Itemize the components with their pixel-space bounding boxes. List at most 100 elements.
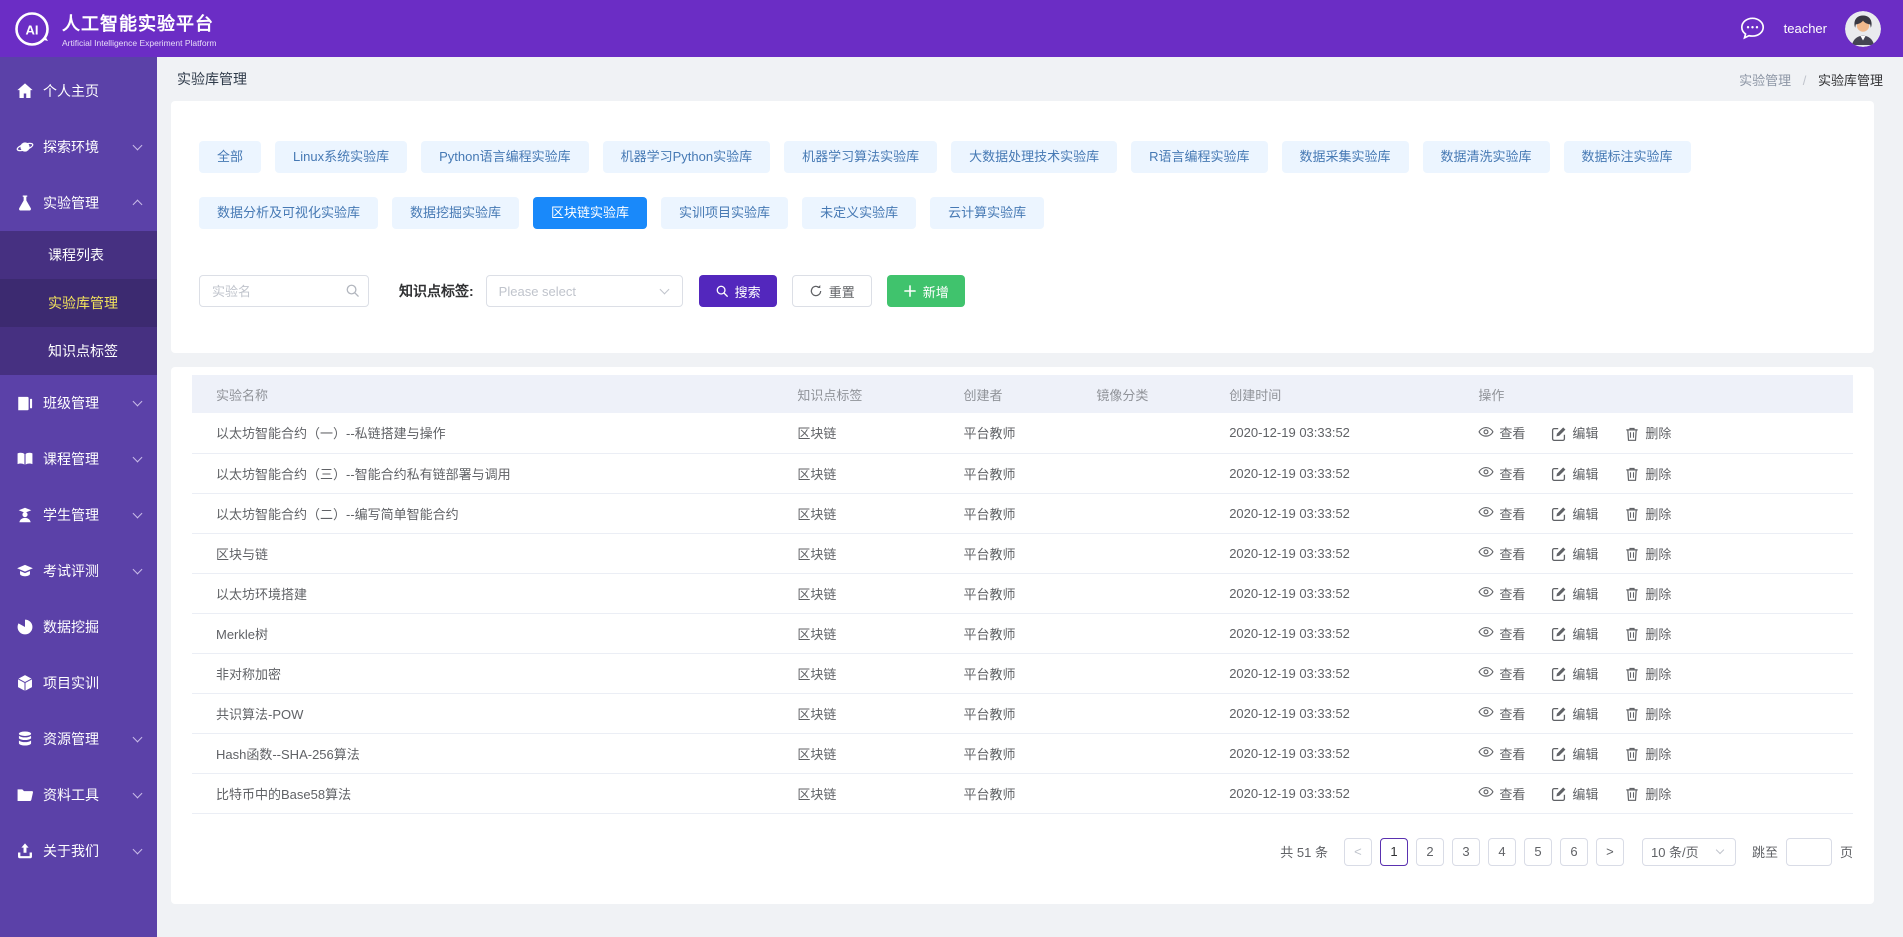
edit-action-button[interactable]: 编辑	[1551, 584, 1598, 603]
delete-action-button[interactable]: 删除	[1624, 504, 1671, 523]
view-action-button[interactable]: 查看	[1478, 744, 1525, 763]
view-action-button[interactable]: 查看	[1478, 624, 1525, 643]
library-tag[interactable]: 区块链实验库	[533, 197, 647, 229]
view-action-button[interactable]: 查看	[1478, 464, 1525, 483]
library-tag[interactable]: 数据挖掘实验库	[392, 197, 519, 229]
sidebar-item-student[interactable]: 学生管理	[0, 487, 157, 543]
library-tag[interactable]: 大数据处理技术实验库	[951, 141, 1117, 173]
edit-action-button[interactable]: 编辑	[1551, 624, 1598, 643]
cell-image_class	[1072, 693, 1205, 733]
view-action-button[interactable]: 查看	[1478, 584, 1525, 603]
knowledge-tag-select[interactable]: Please select	[486, 275, 683, 307]
page-button-1[interactable]: 1	[1380, 838, 1408, 866]
sidebar-item-about[interactable]: 关于我们	[0, 823, 157, 879]
page-button-4[interactable]: 4	[1488, 838, 1516, 866]
class-icon	[16, 394, 34, 412]
sidebar-subitem-knowledge-tags[interactable]: 知识点标签	[0, 327, 157, 375]
sidebar-item-datamining[interactable]: 数据挖掘	[0, 599, 157, 655]
cell-tag: 区块链	[773, 613, 939, 653]
reset-button[interactable]: 重置	[792, 275, 872, 307]
edit-icon	[1551, 746, 1567, 760]
sidebar-subitem-course-list[interactable]: 课程列表	[0, 231, 157, 279]
library-tag[interactable]: Python语言编程实验库	[421, 141, 588, 173]
library-tag[interactable]: 未定义实验库	[802, 197, 916, 229]
delete-action-button[interactable]: 删除	[1624, 784, 1671, 803]
sidebar-nav: 个人主页探索环境实验管理课程列表实验库管理知识点标签班级管理课程管理学生管理考试…	[0, 57, 157, 937]
sidebar-subitem-experiment-library[interactable]: 实验库管理	[0, 279, 157, 327]
user-avatar[interactable]	[1845, 11, 1881, 47]
edit-action-button[interactable]: 编辑	[1551, 464, 1598, 483]
library-tag[interactable]: Linux系统实验库	[275, 141, 407, 173]
message-icon[interactable]	[1739, 15, 1766, 42]
sidebar-item-label: 班级管理	[43, 393, 134, 413]
sidebar-item-project[interactable]: 项目实训	[0, 655, 157, 711]
sidebar-item-class[interactable]: 班级管理	[0, 375, 157, 431]
view-action-button[interactable]: 查看	[1478, 504, 1525, 523]
page-size-select[interactable]: 10 条/页	[1642, 838, 1736, 866]
library-tag[interactable]: 数据清洗实验库	[1423, 141, 1550, 173]
trash-icon	[1624, 466, 1640, 480]
edit-action-button[interactable]: 编辑	[1551, 544, 1598, 563]
planet-icon	[16, 138, 34, 156]
trash-icon	[1624, 706, 1640, 720]
cell-creator: 平台教师	[939, 773, 1072, 813]
page-button-6[interactable]: 6	[1560, 838, 1588, 866]
delete-action-button[interactable]: 删除	[1624, 704, 1671, 723]
library-tag[interactable]: 机器学习Python实验库	[603, 141, 770, 173]
eye-icon	[1478, 786, 1494, 800]
cell-image_class	[1072, 733, 1205, 773]
edit-action-button[interactable]: 编辑	[1551, 784, 1598, 803]
edit-action-button[interactable]: 编辑	[1551, 423, 1598, 442]
view-action-button[interactable]: 查看	[1478, 704, 1525, 723]
view-action-button[interactable]: 查看	[1478, 423, 1525, 442]
sidebar-item-exam[interactable]: 考试评测	[0, 543, 157, 599]
library-tag[interactable]: 数据分析及可视化实验库	[199, 197, 378, 229]
sidebar-item-tools[interactable]: 资料工具	[0, 767, 157, 823]
sidebar-item-experiment[interactable]: 实验管理	[0, 175, 157, 231]
view-action-button[interactable]: 查看	[1478, 664, 1525, 683]
folder-icon	[16, 786, 34, 804]
cell-tag: 区块链	[773, 413, 939, 453]
jump-page-input[interactable]	[1786, 838, 1832, 866]
library-tag[interactable]: 机器学习算法实验库	[784, 141, 937, 173]
page-button-2[interactable]: 2	[1416, 838, 1444, 866]
experiment-name-input[interactable]	[199, 275, 369, 307]
delete-action-button[interactable]: 删除	[1624, 584, 1671, 603]
breadcrumb-parent[interactable]: 实验管理	[1739, 73, 1791, 88]
delete-action-button[interactable]: 删除	[1624, 744, 1671, 763]
library-tag[interactable]: 实训项目实验库	[661, 197, 788, 229]
delete-action-button[interactable]: 删除	[1624, 544, 1671, 563]
breadcrumb: 实验管理 / 实验库管理	[1739, 70, 1883, 89]
edit-action-button[interactable]: 编辑	[1551, 504, 1598, 523]
delete-action-button[interactable]: 删除	[1624, 464, 1671, 483]
sidebar-item-home[interactable]: 个人主页	[0, 63, 157, 119]
edit-action-button[interactable]: 编辑	[1551, 664, 1598, 683]
sidebar-item-explore[interactable]: 探索环境	[0, 119, 157, 175]
page-button-5[interactable]: 5	[1524, 838, 1552, 866]
delete-action-button[interactable]: 删除	[1624, 664, 1671, 683]
delete-action-button[interactable]: 删除	[1624, 423, 1671, 442]
edit-action-button[interactable]: 编辑	[1551, 704, 1598, 723]
library-tag[interactable]: 云计算实验库	[930, 197, 1044, 229]
search-button[interactable]: 搜索	[699, 275, 777, 307]
exam-icon	[16, 562, 34, 580]
page-button-3[interactable]: 3	[1452, 838, 1480, 866]
delete-action-button[interactable]: 删除	[1624, 624, 1671, 643]
library-tag[interactable]: R语言编程实验库	[1131, 141, 1267, 173]
pagination: 共 51 条 < 123456 > 10 条/页 跳至 页	[192, 838, 1853, 866]
library-tag[interactable]: 数据采集实验库	[1282, 141, 1409, 173]
view-action-button[interactable]: 查看	[1478, 544, 1525, 563]
sidebar-item-resource[interactable]: 资源管理	[0, 711, 157, 767]
chevron-down-icon	[133, 845, 143, 855]
app-title: 人工智能实验平台	[62, 10, 216, 36]
sidebar-item-label: 考试评测	[43, 561, 134, 581]
next-page-button[interactable]: >	[1596, 838, 1624, 866]
prev-page-button[interactable]: <	[1344, 838, 1372, 866]
cell-tag: 区块链	[773, 573, 939, 613]
edit-action-button[interactable]: 编辑	[1551, 744, 1598, 763]
library-tag[interactable]: 全部	[199, 141, 261, 173]
add-button[interactable]: 新增	[887, 275, 965, 307]
sidebar-item-course[interactable]: 课程管理	[0, 431, 157, 487]
library-tag[interactable]: 数据标注实验库	[1564, 141, 1691, 173]
view-action-button[interactable]: 查看	[1478, 784, 1525, 803]
